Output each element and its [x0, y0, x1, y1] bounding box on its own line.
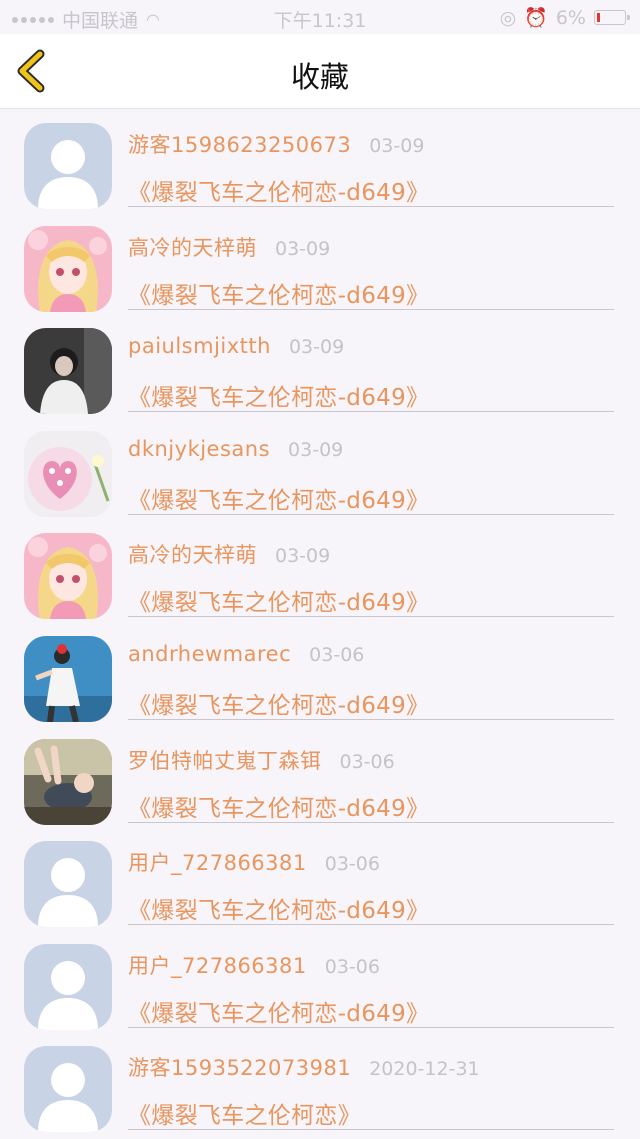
status-right: ◎ ⏰ 6% — [499, 6, 630, 29]
avatar[interactable] — [24, 225, 112, 312]
story-title[interactable]: 《爆裂飞车之伦柯恋-d649》 — [128, 891, 429, 925]
avatar[interactable] — [24, 430, 112, 517]
story-title[interactable]: 《爆裂飞车之伦柯恋-d649》 — [128, 789, 429, 823]
story-title[interactable]: 《爆裂飞车之伦柯恋-d649》 — [128, 378, 429, 412]
user-name[interactable]: 用户_727866381 — [128, 950, 307, 980]
user-name[interactable]: dknjykjesans — [128, 437, 270, 461]
story-title[interactable]: 《爆裂飞车之伦柯恋-d649》 — [128, 481, 429, 515]
divider — [128, 821, 614, 823]
story-title[interactable]: 《爆裂飞车之伦柯恋》 — [128, 1096, 361, 1130]
item-date: 03-06 — [309, 643, 365, 666]
divider — [128, 513, 614, 515]
item-header: 高冷的天梓萌 03-09 — [128, 539, 330, 569]
story-title[interactable]: 《爆裂飞车之伦柯恋-d649》 — [128, 173, 429, 207]
user-name[interactable]: andrhewmarec — [128, 642, 291, 666]
avatar[interactable] — [24, 635, 112, 722]
item-header: 罗伯特帕丈嵬丁森铒 03-06 — [128, 745, 395, 775]
page-title: 收藏 — [290, 60, 349, 94]
user-name[interactable]: paiulsmjixtth — [128, 334, 271, 358]
alarm-icon: ⏰ — [524, 7, 548, 29]
story-title[interactable]: 《爆裂飞车之伦柯恋-d649》 — [128, 583, 429, 617]
battery-percent: 6% — [555, 6, 586, 29]
status-bar: 中国联通 ◠ 下午11:31 ◎ ⏰ 6% — [0, 0, 640, 34]
list-item[interactable]: 用户_727866381 03-06 《爆裂飞车之伦柯恋-d649》 — [0, 827, 640, 930]
item-date: 2020-12-31 — [369, 1058, 480, 1081]
list-item[interactable]: 游客1593522073981 2020-12-31 《爆裂飞车之伦柯恋》 — [0, 1032, 640, 1135]
divider — [128, 616, 614, 618]
divider — [128, 411, 614, 413]
item-header: 用户_727866381 03-06 — [128, 950, 380, 980]
list-item[interactable]: paiulsmjixtth 03-09 《爆裂飞车之伦柯恋-d649》 — [0, 314, 640, 417]
nav-bar: 收藏 — [0, 34, 640, 109]
list-item[interactable]: 罗伯特帕丈嵬丁森铒 03-06 《爆裂飞车之伦柯恋-d649》 — [0, 725, 640, 828]
item-header: andrhewmarec 03-06 — [128, 642, 364, 666]
divider — [128, 924, 614, 926]
avatar[interactable] — [24, 328, 112, 415]
item-date: 03-06 — [324, 955, 380, 978]
list-item[interactable]: 用户_727866381 03-06 《爆裂飞车之伦柯恋-d649》 — [0, 930, 640, 1033]
item-header: 高冷的天梓萌 03-09 — [128, 232, 330, 262]
divider — [128, 718, 614, 720]
item-date: 03-09 — [288, 336, 345, 359]
user-name[interactable]: 用户_727866381 — [128, 847, 307, 877]
list-item[interactable]: andrhewmarec 03-06 《爆裂飞车之伦柯恋-d649》 — [0, 622, 640, 725]
story-title[interactable]: 《爆裂飞车之伦柯恋-d649》 — [128, 276, 429, 310]
user-name[interactable]: 罗伯特帕丈嵬丁森铒 — [128, 745, 322, 775]
item-date: 03-09 — [369, 135, 425, 157]
item-date: 03-09 — [275, 237, 331, 260]
item-date: 03-06 — [339, 750, 395, 773]
user-name[interactable]: 高冷的天梓萌 — [128, 539, 257, 569]
item-header: dknjykjesans 03-09 — [128, 437, 343, 461]
item-date: 03-06 — [324, 853, 380, 876]
battery-icon — [594, 10, 630, 25]
item-header: paiulsmjixtth 03-09 — [128, 334, 344, 358]
list-item[interactable]: 游客1598623250673 03-09 《爆裂飞车之伦柯恋-d649》 — [0, 109, 640, 212]
divider — [128, 206, 614, 207]
item-header: 游客1598623250673 03-09 — [128, 129, 424, 159]
user-name[interactable]: 游客1593522073981 — [128, 1052, 351, 1082]
divider — [128, 1026, 614, 1028]
list-item[interactable]: dknjykjesans 03-09 《爆裂飞车之伦柯恋-d649》 — [0, 417, 640, 520]
story-title[interactable]: 《爆裂飞车之伦柯恋-d649》 — [128, 994, 429, 1028]
avatar[interactable] — [24, 738, 112, 825]
item-header: 用户_727866381 03-06 — [128, 847, 380, 877]
favorites-list: 游客1598623250673 03-09 《爆裂飞车之伦柯恋-d649》 高冷的天梓… — [0, 109, 640, 1135]
avatar[interactable] — [24, 123, 112, 209]
avatar[interactable] — [24, 533, 112, 620]
list-item[interactable]: 高冷的天梓萌 03-09 《爆裂飞车之伦柯恋-d649》 — [0, 519, 640, 622]
avatar[interactable] — [24, 943, 112, 1030]
avatar[interactable] — [24, 841, 112, 928]
avatar[interactable] — [24, 1046, 112, 1133]
story-title[interactable]: 《爆裂飞车之伦柯恋-d649》 — [128, 686, 429, 720]
user-name[interactable]: 游客1598623250673 — [128, 129, 351, 159]
divider — [128, 308, 614, 310]
item-date: 03-09 — [275, 545, 331, 568]
divider — [128, 1129, 614, 1131]
list-item[interactable]: 高冷的天梓萌 03-09 《爆裂飞车之伦柯恋-d649》 — [0, 212, 640, 315]
item-date: 03-09 — [288, 438, 344, 461]
user-name[interactable]: 高冷的天梓萌 — [128, 232, 257, 262]
location-icon: ◎ — [499, 6, 517, 29]
item-header: 游客1593522073981 2020-12-31 — [128, 1052, 480, 1082]
